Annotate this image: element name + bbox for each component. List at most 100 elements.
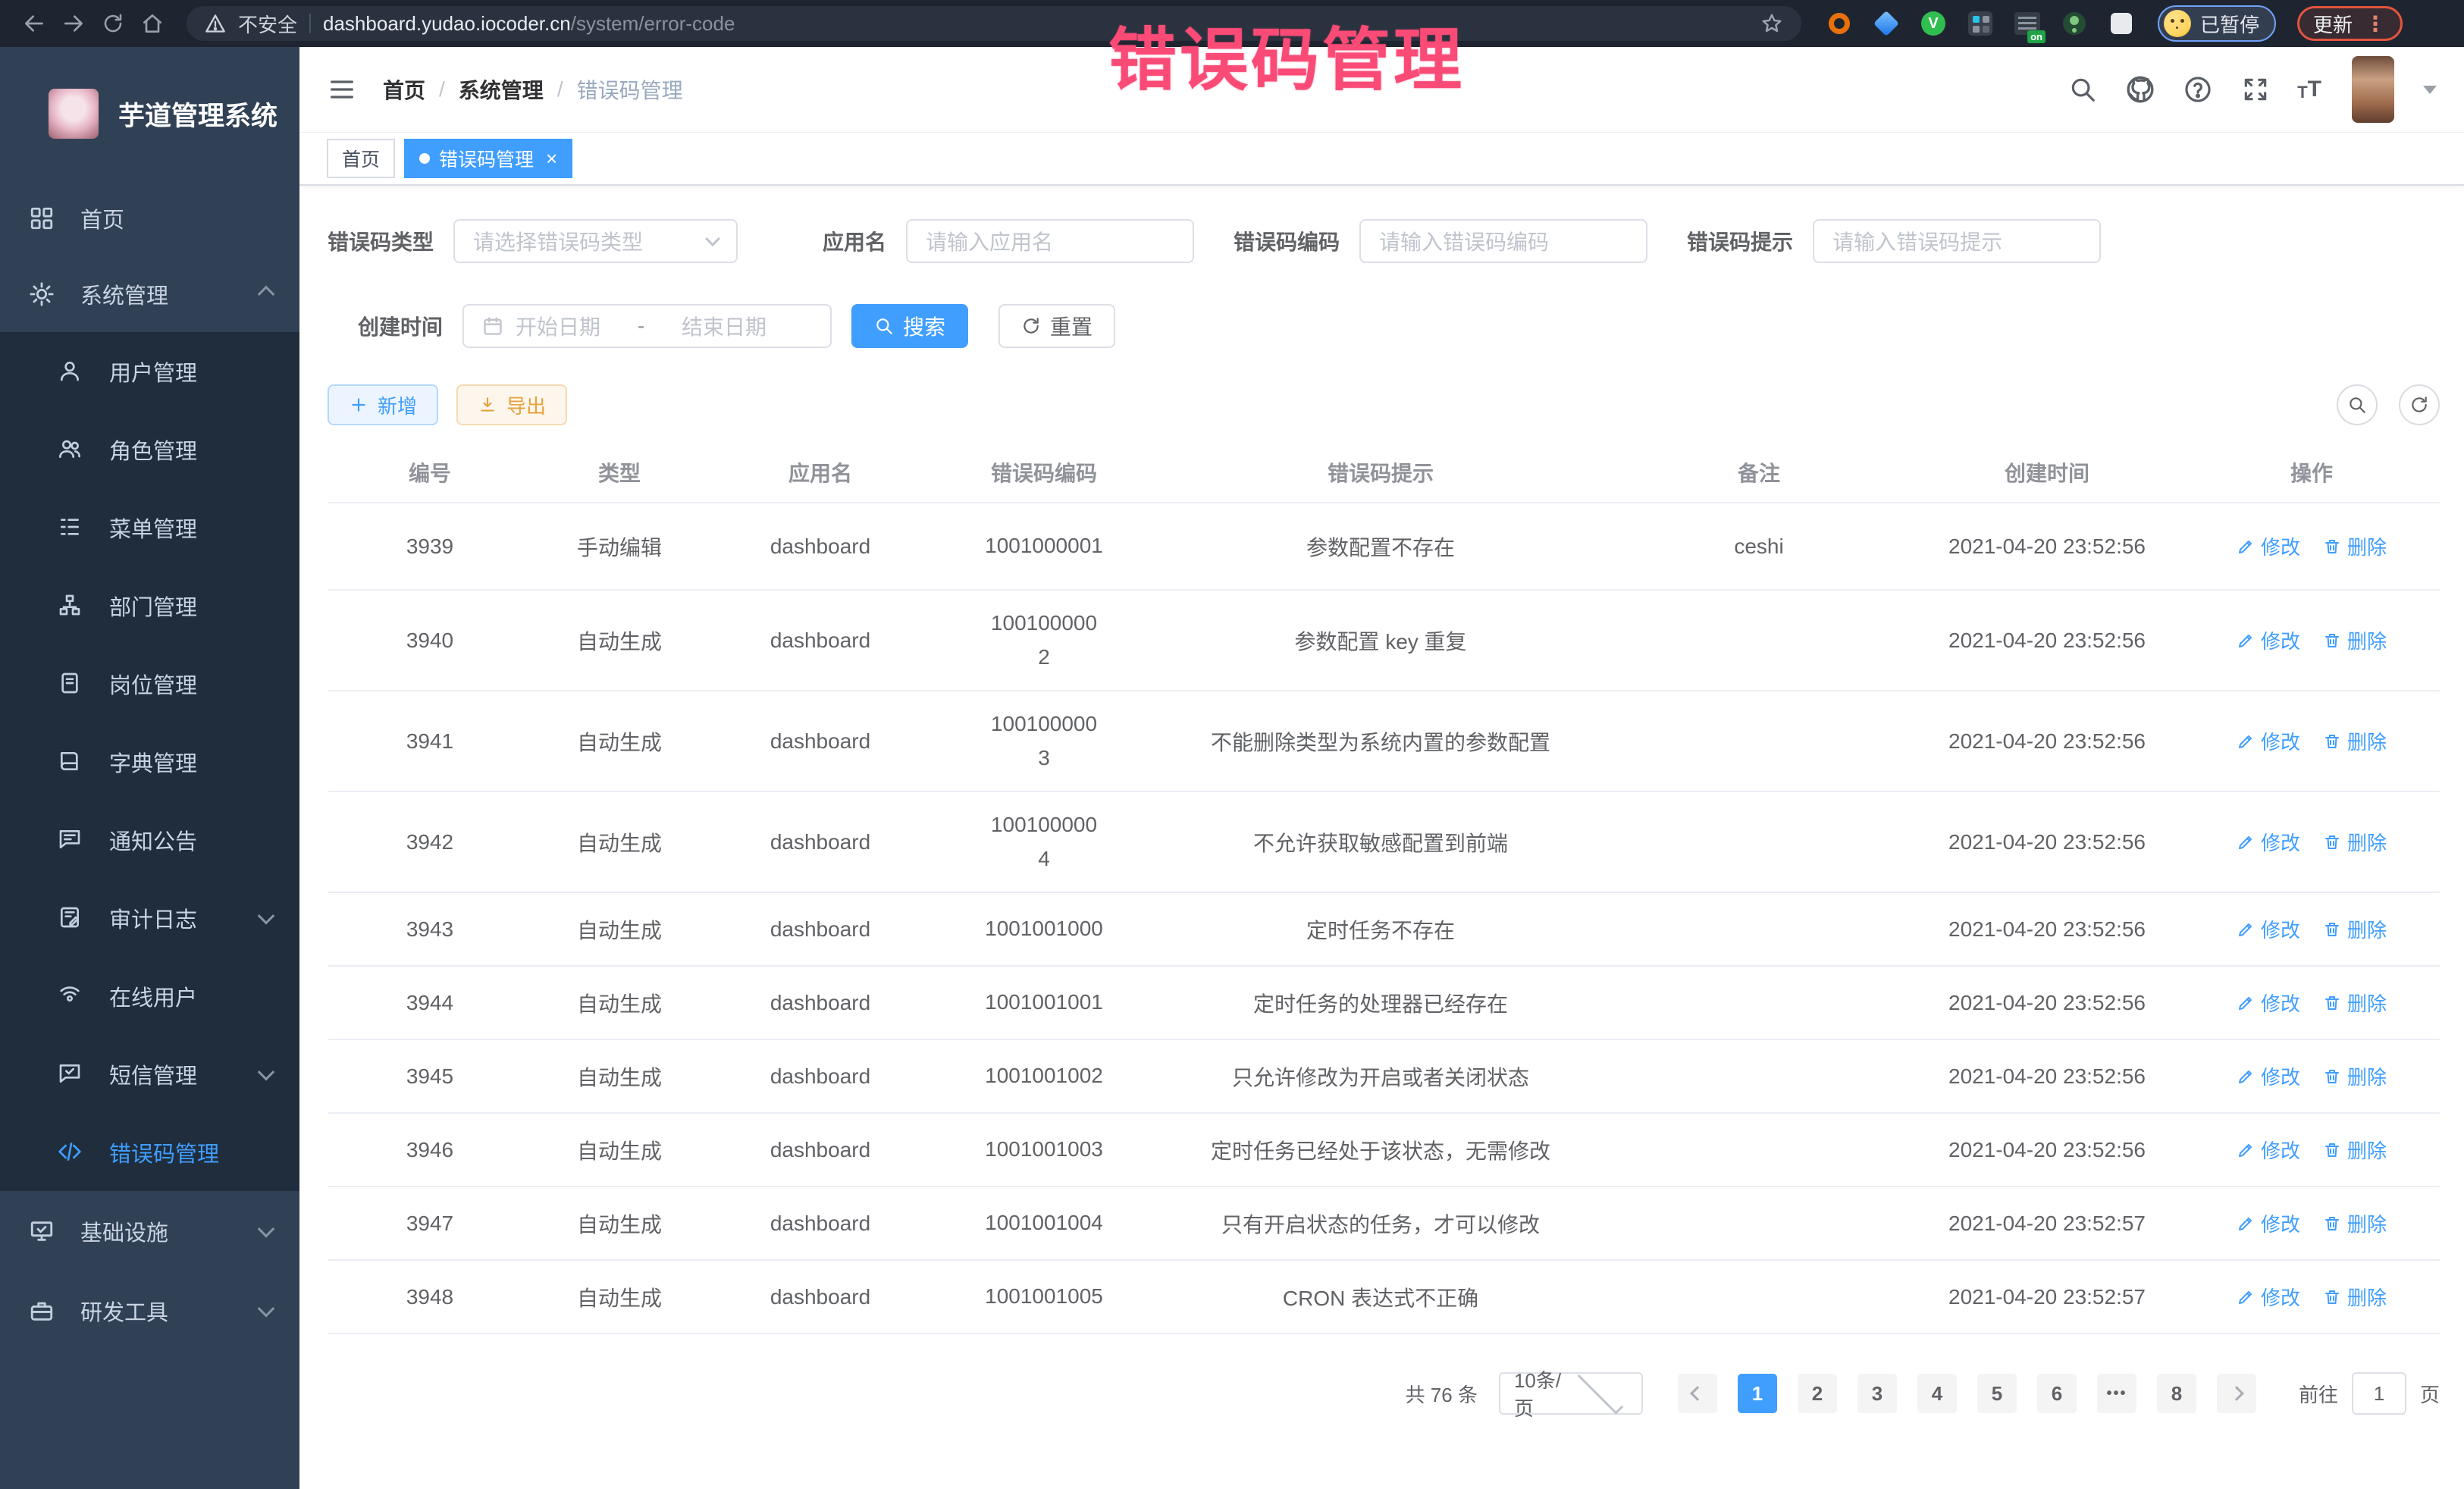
date-range-picker[interactable]: 开始日期 - 结束日期: [462, 304, 832, 348]
edit-link[interactable]: 修改: [2237, 1209, 2300, 1237]
browser-profile-chip[interactable]: 已暂停: [2158, 5, 2276, 42]
next-page-button[interactable]: [2217, 1374, 2256, 1413]
github-icon[interactable]: [2124, 74, 2156, 105]
sidebar-item-sms-mgmt[interactable]: 短信管理: [0, 1035, 299, 1113]
sidebar-item-menu-mgmt[interactable]: 菜单管理: [0, 488, 299, 566]
sidebar-item-audit-log[interactable]: 审计日志: [0, 879, 299, 957]
extension-icon-6[interactable]: [2061, 10, 2088, 37]
edit-link[interactable]: 修改: [2237, 532, 2300, 560]
security-warning-icon[interactable]: [205, 13, 226, 34]
edit-link[interactable]: 修改: [2237, 1283, 2300, 1311]
cell-id: 3942: [328, 792, 532, 892]
page-button-1[interactable]: 1: [1738, 1374, 1777, 1413]
error-hint-input[interactable]: 请输入错误码提示: [1813, 219, 2101, 263]
sidebar-item-role-mgmt[interactable]: 角色管理: [0, 410, 299, 488]
tab-home[interactable]: 首页: [327, 139, 395, 178]
page-button-3[interactable]: 3: [1857, 1374, 1897, 1413]
export-button[interactable]: 导出: [456, 384, 567, 425]
edit-link[interactable]: 修改: [2237, 626, 2300, 654]
page-button-2[interactable]: 2: [1798, 1374, 1837, 1413]
error-code-table: 编号 类型 应用名 错误码编码 错误码提示 备注 创建时间 操作 3939 手动…: [328, 442, 2440, 1334]
sidebar-item-dev-tools[interactable]: 研发工具: [0, 1271, 299, 1350]
edit-link[interactable]: 修改: [2237, 828, 2300, 856]
delete-link[interactable]: 删除: [2323, 915, 2387, 943]
sidebar-item-online-users[interactable]: 在线用户: [0, 957, 299, 1035]
address-bar[interactable]: 不安全 dashboard.yudao.iocoder.cn/system/er…: [187, 6, 1801, 41]
delete-link[interactable]: 删除: [2323, 1283, 2387, 1311]
cell-time: 2021-04-20 23:52:56: [1911, 590, 2183, 691]
cell-type: 自动生成: [532, 1039, 707, 1113]
goto-page-input[interactable]: 1: [2352, 1372, 2406, 1415]
tab-error-code-mgmt[interactable]: 错误码管理 ×: [404, 139, 572, 178]
page-size-select[interactable]: 10条/页: [1499, 1372, 1643, 1415]
toggle-search-button[interactable]: [2337, 384, 2378, 425]
breadcrumb-home[interactable]: 首页: [383, 74, 425, 105]
error-type-select[interactable]: 请选择错误码类型: [453, 219, 738, 263]
sidebar-item-post-mgmt[interactable]: 岗位管理: [0, 644, 299, 723]
edit-link[interactable]: 修改: [2237, 1062, 2300, 1090]
browser-menu-dots-icon[interactable]: ⋮: [2365, 11, 2387, 36]
help-icon[interactable]: [2182, 74, 2214, 105]
page-button-5[interactable]: 5: [1977, 1374, 2017, 1413]
breadcrumb-system-mgmt[interactable]: 系统管理: [459, 74, 544, 105]
avatar-dropdown-caret-icon[interactable]: [2423, 86, 2437, 94]
sidebar-item-user-mgmt[interactable]: 用户管理: [0, 332, 299, 410]
reload-icon[interactable]: [99, 9, 127, 38]
edit-link[interactable]: 修改: [2237, 1136, 2300, 1164]
page-button-6[interactable]: 6: [2037, 1374, 2077, 1413]
browser-home-icon[interactable]: [138, 9, 167, 38]
hamburger-icon[interactable]: [327, 74, 357, 105]
navbar-actions: TT: [2067, 56, 2437, 123]
sidebar-item-infrastructure[interactable]: 基础设施: [0, 1191, 299, 1271]
refresh-button[interactable]: [2399, 384, 2440, 425]
table-row: 3945 自动生成 dashboard 1001001002 只允许修改为开启或…: [328, 1039, 2440, 1113]
cell-id: 3946: [328, 1113, 532, 1186]
edit-link[interactable]: 修改: [2237, 915, 2300, 943]
browser-update-button[interactable]: 更新 ⋮: [2297, 6, 2403, 41]
sidebar-item-notice[interactable]: 通知公告: [0, 801, 299, 879]
extension-icon-3[interactable]: V: [1920, 10, 1947, 37]
page-button-8[interactable]: 8: [2157, 1374, 2196, 1413]
cell-time: 2021-04-20 23:52:56: [1911, 1113, 2183, 1186]
delete-link[interactable]: 删除: [2323, 828, 2387, 856]
delete-link[interactable]: 删除: [2323, 989, 2387, 1017]
bookmark-star-icon[interactable]: [1760, 12, 1783, 35]
font-size-icon[interactable]: TT: [2297, 77, 2321, 102]
app-name-input[interactable]: 请输入应用名: [906, 219, 1194, 263]
edit-link[interactable]: 修改: [2237, 989, 2300, 1017]
add-button[interactable]: 新增: [328, 384, 438, 425]
cell-hint: 不能删除类型为系统内置的参数配置: [1154, 691, 1607, 792]
back-icon[interactable]: [20, 9, 49, 38]
forward-icon[interactable]: [59, 9, 88, 38]
extension-icon-4[interactable]: [1967, 10, 1994, 37]
cell-memo: ceshi: [1607, 503, 1911, 590]
delete-link[interactable]: 删除: [2323, 1136, 2387, 1164]
reset-button[interactable]: 重置: [998, 304, 1115, 348]
delete-link[interactable]: 删除: [2323, 532, 2387, 560]
extension-icon-7[interactable]: [2108, 10, 2135, 37]
delete-link[interactable]: 删除: [2323, 626, 2387, 654]
close-tab-icon[interactable]: ×: [546, 147, 557, 171]
page-button-4[interactable]: 4: [1917, 1374, 1957, 1413]
delete-link[interactable]: 删除: [2323, 727, 2387, 755]
page-ellipsis[interactable]: •••: [2097, 1374, 2136, 1413]
extension-icon-2[interactable]: [1873, 10, 1900, 37]
error-code-input[interactable]: 请输入错误码编码: [1359, 219, 1647, 263]
delete-link[interactable]: 删除: [2323, 1209, 2387, 1237]
sidebar-item-error-code-mgmt[interactable]: 错误码管理: [0, 1113, 299, 1191]
search-icon[interactable]: [2067, 74, 2099, 105]
delete-link[interactable]: 删除: [2323, 1062, 2387, 1090]
edit-link[interactable]: 修改: [2237, 727, 2300, 755]
extension-icon-5[interactable]: on: [2014, 10, 2041, 37]
prev-page-button[interactable]: [1678, 1374, 1717, 1413]
cell-time: 2021-04-20 23:52:57: [1911, 1186, 2183, 1260]
fullscreen-icon[interactable]: [2240, 74, 2271, 105]
user-avatar[interactable]: [2352, 56, 2394, 123]
search-button[interactable]: 搜索: [851, 304, 968, 348]
users-icon: [58, 437, 83, 462]
sidebar-item-system-mgmt[interactable]: 系统管理: [0, 256, 299, 332]
extension-icon-1[interactable]: [1826, 10, 1853, 37]
sidebar-item-dict-mgmt[interactable]: 字典管理: [0, 723, 299, 801]
sidebar-item-home[interactable]: 首页: [0, 180, 299, 256]
sidebar-item-dept-mgmt[interactable]: 部门管理: [0, 566, 299, 644]
